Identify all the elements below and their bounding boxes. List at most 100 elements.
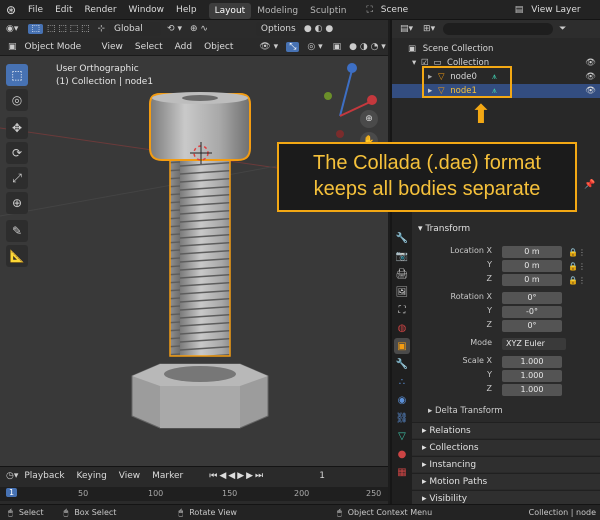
select-extend-icon[interactable]: ⬚ ⬚ ⬚ ⬚ <box>47 24 90 34</box>
rotate-tool-icon[interactable]: ⟳ <box>6 142 28 164</box>
relations-section[interactable]: ▸ Relations <box>412 422 600 438</box>
pin-icon[interactable]: 📌 <box>584 180 595 190</box>
visibility-eye-icon[interactable]: 👁 <box>585 70 596 84</box>
vp-menu-select[interactable]: Select <box>129 37 169 57</box>
3d-viewport[interactable]: ⬚ ◎ ✥ ⟳ ⤢ ⊕ ✎ 📐 User Orthographic (1) Co… <box>0 56 388 466</box>
tool-tab-icon[interactable]: 🔧 <box>394 230 410 246</box>
snap-icon[interactable]: ⊕ ∿ <box>190 24 208 34</box>
visibility-eye-icon[interactable]: 👁 <box>585 56 596 70</box>
mouse-left-icon: 🖱 <box>8 507 13 517</box>
tab-layout[interactable]: Layout <box>208 2 252 19</box>
scale-y-field[interactable]: 1.000 <box>502 370 562 382</box>
location-x-label: Location X <box>450 246 492 255</box>
frame-ruler[interactable]: 1 50 100 150 200 250 <box>0 487 388 501</box>
vp-menu-add[interactable]: Add <box>169 37 198 57</box>
material-tab-icon[interactable]: ● <box>394 446 410 462</box>
move-tool-icon[interactable]: ✥ <box>6 117 28 139</box>
texture-tab-icon[interactable]: ▦ <box>394 464 410 480</box>
rotation-mode-dropdown[interactable]: XYZ Euler <box>502 338 566 350</box>
timeline-view[interactable]: View <box>113 466 146 486</box>
tab-modeling[interactable]: Modeling <box>251 3 304 19</box>
timeline-playback[interactable]: Playback <box>18 466 70 486</box>
motion-paths-section[interactable]: ▸ Motion Paths <box>412 473 600 489</box>
view-name: User Orthographic <box>56 64 139 74</box>
scale-y-label: Y <box>487 370 492 379</box>
playback-controls-icons[interactable]: ⏮◀◀▶▶⏭ <box>209 471 265 481</box>
shading-mode-icons[interactable]: ● ◑ ◔ ▾ <box>349 42 386 52</box>
lock-icons[interactable]: 🔒⋮ 🔒⋮ 🔒⋮ <box>568 246 586 288</box>
collection-info: (1) Collection | node1 <box>56 77 154 87</box>
rotation-z-field[interactable]: 0° <box>502 320 562 332</box>
timeline-keying[interactable]: Keying <box>71 466 113 486</box>
menu-window[interactable]: Window <box>123 0 171 20</box>
options-dropdown[interactable]: Options <box>255 22 300 36</box>
scale-x-field[interactable]: 1.000 <box>502 356 562 368</box>
pivot-icon[interactable]: ⟲ ▾ <box>167 24 182 34</box>
rotation-x-field[interactable]: 0° <box>502 292 562 304</box>
overlay-toggle-icon[interactable]: ◎ ▾ <box>307 42 322 52</box>
location-y-field[interactable]: 0 m <box>502 260 562 272</box>
view-layer-icon[interactable]: ▤ <box>515 5 524 15</box>
outliner-display-icon[interactable]: ⊞▾ <box>423 24 435 34</box>
delta-transform-header[interactable]: ▸ Delta Transform <box>428 406 503 416</box>
vp-menu-view[interactable]: View <box>96 37 129 57</box>
transform-title: Transform <box>425 224 471 234</box>
arrow-up-icon: ⬆ <box>470 100 492 130</box>
data-tab-icon[interactable]: ▽ <box>394 428 410 444</box>
visibility-gizmo-icons[interactable]: 👁 ▾ <box>259 42 278 52</box>
collections-section[interactable]: ▸ Collections <box>412 439 600 455</box>
zoom-view-icon[interactable]: ⊕ <box>360 110 378 128</box>
select-box-tool-icon[interactable]: ⬚ <box>6 64 28 86</box>
outliner-search-field[interactable] <box>443 23 554 35</box>
scale-x-label: Scale X <box>462 356 492 365</box>
scale-tool-icon[interactable]: ⤢ <box>6 167 28 189</box>
transform-tool-icon[interactable]: ⊕ <box>6 192 28 214</box>
outliner-editor-icon[interactable]: ▤▾ <box>400 24 413 34</box>
outliner-scene-collection[interactable]: ▣ Scene Collection <box>392 42 600 56</box>
location-x-field[interactable]: 0 m <box>502 246 562 258</box>
expand-icon[interactable]: ▾ <box>412 58 416 68</box>
scale-z-field[interactable]: 1.000 <box>502 384 562 396</box>
object-mode-dropdown[interactable]: Object Mode <box>19 39 96 54</box>
rotation-y-field[interactable]: -0° <box>502 306 562 318</box>
annotate-tool-icon[interactable]: ✎ <box>6 220 28 242</box>
overlay-shading-icons[interactable]: ● ◐ ● <box>304 24 333 34</box>
timeline-marker[interactable]: Marker <box>146 466 189 486</box>
filter-icon[interactable]: ⏷ <box>559 24 566 34</box>
orientation-dropdown[interactable]: Global <box>109 22 162 36</box>
bolt-head-mesh <box>149 92 251 161</box>
callout-line-2: keeps all bodies separate <box>313 178 541 200</box>
gizmo-toggle-icon[interactable]: ⤡ <box>286 41 300 52</box>
view-layer-name[interactable]: View Layer <box>531 5 580 15</box>
status-rotate-view: Rotate View <box>189 508 237 517</box>
visibility-eye-icon[interactable]: 👁 <box>585 84 596 98</box>
timeline-editor-icon[interactable]: ◷▾ <box>6 471 18 481</box>
scene-name[interactable]: Scene <box>381 5 471 15</box>
current-frame-field[interactable]: 1 <box>295 469 350 483</box>
menu-help[interactable]: Help <box>170 0 203 20</box>
editor-type-icon[interactable]: ◉▾ <box>6 24 18 34</box>
menu-edit[interactable]: Edit <box>49 0 78 20</box>
menu-file[interactable]: File <box>22 0 49 20</box>
timeline: ◷▾ Playback Keying View Marker ⏮◀◀▶▶⏭ 1 … <box>0 466 388 506</box>
instancing-section[interactable]: ▸ Instancing <box>412 456 600 472</box>
xray-icon[interactable]: ▣ <box>333 42 342 52</box>
vp-menu-object[interactable]: Object <box>198 37 239 57</box>
tab-sculpting[interactable]: Sculptin <box>304 3 352 19</box>
orientation-icon: ⊹ <box>97 24 106 34</box>
select-mode-icon[interactable]: ⬚ <box>28 24 43 34</box>
expand-icon: ▸ <box>428 406 435 416</box>
viewport-header: ▣ Object Mode View Select Add Object 👁 ▾… <box>0 38 388 56</box>
frame-indicator[interactable]: 1 <box>6 488 18 497</box>
blender-logo-icon[interactable]: ⊛ <box>0 3 22 17</box>
measure-tool-icon[interactable]: 📐 <box>6 245 28 267</box>
location-z-field[interactable]: 0 m <box>502 274 562 286</box>
constraints-tab-icon[interactable]: ⛓ <box>394 410 410 426</box>
cursor-tool-icon[interactable]: ◎ <box>6 89 28 111</box>
scene-icon[interactable]: ⛶ <box>366 5 372 15</box>
transform-section-header[interactable]: ▾ Transform <box>418 224 470 234</box>
top-bar: ⊛ File Edit Render Window Help Layout Mo… <box>0 0 600 20</box>
scale-z-label: Z <box>486 384 492 393</box>
menu-render[interactable]: Render <box>79 0 123 20</box>
physics-tab-icon[interactable]: ◉ <box>394 392 410 408</box>
